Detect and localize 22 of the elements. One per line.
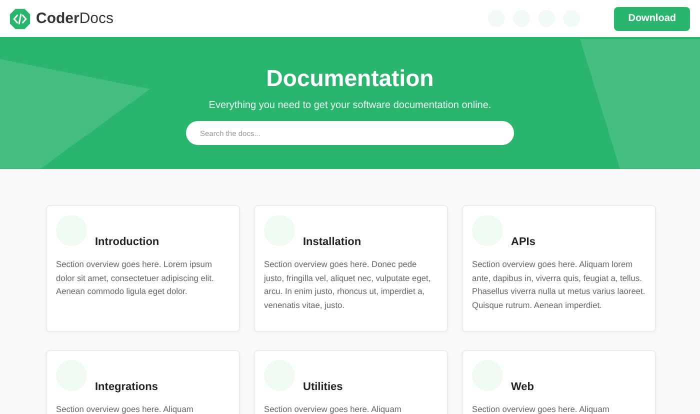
code-logo-icon <box>9 8 31 30</box>
card-title: APIs <box>511 236 536 248</box>
card-text: Section overview goes here. Aliquam lorem ante, dapibus in, viverra quis, feugiat a, tellus. Phasellus viverra nulla ut metus varius laoreet. Quisque rutrum. Aenean imperdiet. <box>472 258 646 312</box>
card-text: Section overview goes here. Lorem ipsum dolor sit amet, consectetuer adipiscing elit. Aenean commodo ligula eget dolor. <box>56 258 215 298</box>
card-title: Integrations <box>95 381 158 393</box>
section-card[interactable]: APIs Section overview goes here. Aliquam lorem ante, dapibus in, viverra quis, feugiat a, tellus. Phasellus viverra nulla ut metus varius laoreet. Quisque rutrum. Aenean imperdiet. <box>462 205 656 332</box>
card-title: Web <box>511 381 534 393</box>
card-text: Section overview goes here. Aliquam <box>472 403 610 414</box>
hero-title: Documentation <box>266 65 434 92</box>
section-card[interactable]: Utilities Section overview goes here. Aliquam <box>254 350 448 414</box>
section-card[interactable]: Introduction Section overview goes here. Lorem ipsum dolor sit amet, consectetuer adipiscing elit. Aenean commodo ligula eget dolor. <box>46 205 240 332</box>
brand-name: CoderDocs <box>36 10 114 27</box>
hero-subtitle: Everything you need to get your software documentation online. <box>208 100 492 111</box>
section-card[interactable]: Integrations Section overview goes here. Aliquam <box>46 350 240 414</box>
section-card[interactable]: Installation Section overview goes here. Donec pede justo, fringilla vel, aliquet nec, vulputate eget, arcu. In enim justo, rhoncus ut, imperdiet a, venenatis vitae, justo. <box>254 205 448 332</box>
card-text: Section overview goes here. Donec pede justo, fringilla vel, aliquet nec, vulputate eget, arcu. In enim justo, rhoncus ut, imperdiet a, venenatis vitae, justo. <box>264 258 432 312</box>
card-title: Introduction <box>95 236 160 248</box>
card-title: Utilities <box>303 381 343 393</box>
card-text: Section overview goes here. Aliquam <box>56 403 194 414</box>
section-card[interactable]: Web Section overview goes here. Aliquam <box>462 350 656 414</box>
card-title: Installation <box>303 236 362 248</box>
card-text: Section overview goes here. Aliquam <box>264 403 402 414</box>
